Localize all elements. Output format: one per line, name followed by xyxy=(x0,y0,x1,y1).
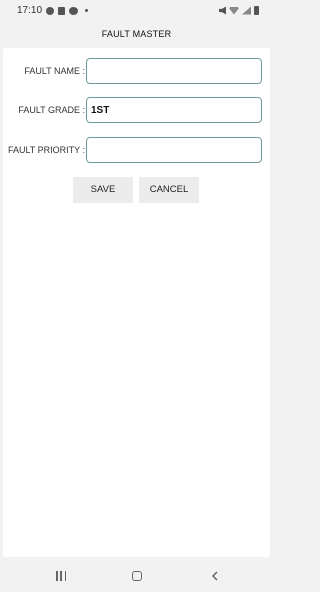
status-left-icons xyxy=(46,5,88,16)
recents-icon[interactable] xyxy=(56,571,66,581)
fault-priority-label: FAULT PRIORITY : xyxy=(7,145,85,155)
form-card: FAULT NAME : FAULT GRADE : FAULT PRIORIT… xyxy=(3,48,270,557)
fault-grade-label: FAULT GRADE : xyxy=(18,105,85,115)
gear-icon xyxy=(46,6,54,15)
home-icon[interactable] xyxy=(132,571,142,581)
battery-icon xyxy=(254,6,259,15)
status-time: 17:10 xyxy=(17,5,43,16)
status-right-icons xyxy=(219,5,259,16)
mute-icon xyxy=(219,6,226,15)
fault-grade-input[interactable] xyxy=(86,97,262,123)
dot-icon xyxy=(85,9,88,12)
fault-name-row: FAULT NAME : xyxy=(3,58,270,84)
save-button[interactable]: SAVE xyxy=(73,177,133,203)
fault-priority-row: FAULT PRIORITY : xyxy=(3,137,270,163)
signal-icon xyxy=(242,6,251,15)
back-icon[interactable] xyxy=(210,571,220,581)
navigation-bar xyxy=(0,559,273,592)
bag-icon xyxy=(58,6,65,15)
status-bar: 17:10 xyxy=(0,0,273,22)
fault-priority-input[interactable] xyxy=(86,137,262,163)
wifi-icon xyxy=(229,6,239,15)
cancel-button[interactable]: CANCEL xyxy=(139,177,199,203)
cloud-icon xyxy=(69,6,78,15)
fault-name-label: FAULT NAME : xyxy=(24,66,85,76)
page-title: FAULT MASTER xyxy=(101,29,172,39)
app-header: FAULT MASTER xyxy=(0,22,273,46)
fault-grade-row: FAULT GRADE : xyxy=(3,97,270,123)
fault-name-input[interactable] xyxy=(86,58,262,84)
